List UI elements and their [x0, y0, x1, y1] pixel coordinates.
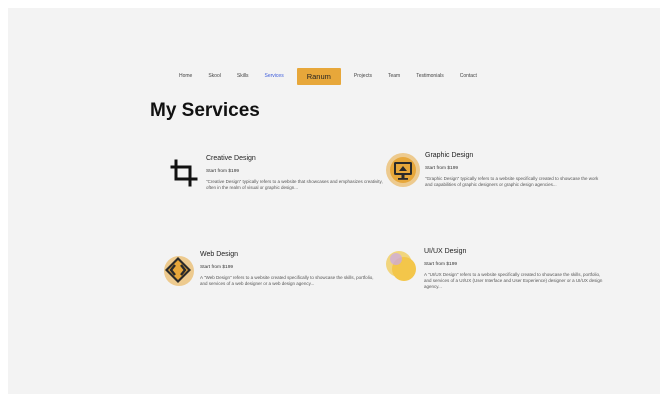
service-price: Start from $199	[200, 265, 234, 270]
ui-ux-blob-icon	[384, 248, 420, 284]
code-icon	[160, 251, 196, 287]
service-description: A "UI/UX Design" refers to a website spe…	[424, 272, 603, 289]
service-description: A "Web Design" refers to a website creat…	[200, 275, 374, 286]
nav-skool[interactable]: Skool	[201, 64, 228, 88]
top-nav: Home Skool Skills Services Ranum Project…	[172, 64, 484, 88]
service-price: Start from $199	[424, 262, 458, 267]
nav-contact[interactable]: Contact	[453, 64, 484, 88]
service-title: Creative Design	[206, 155, 256, 162]
monitor-design-icon	[385, 152, 421, 188]
nav-cta-button[interactable]: Ranum	[296, 67, 341, 85]
service-price: Start from $199	[206, 169, 240, 174]
nav-team[interactable]: Team	[381, 64, 407, 88]
service-card-body: Web Design Start from $199 A "Web Design…	[200, 251, 380, 287]
service-card-body: Graphic Design Start from $199 "Graphic …	[425, 152, 605, 188]
service-card-body: UI/UX Design Start from $199 A "UI/UX De…	[424, 248, 604, 290]
nav-projects[interactable]: Projects	[347, 64, 379, 88]
service-title: UI/UX Design	[424, 248, 467, 255]
service-card-body: Creative Design Start from $199 "Creativ…	[206, 155, 386, 191]
service-price: Start from $199	[425, 166, 459, 171]
page-title: My Services	[150, 100, 260, 121]
crop-icon	[166, 155, 202, 191]
service-title: Web Design	[200, 251, 239, 258]
service-title: Graphic Design	[425, 152, 474, 159]
nav-testimonials[interactable]: Testimonials	[409, 64, 451, 88]
nav-services[interactable]: Services	[258, 64, 291, 88]
service-description: "Graphic Design" typically refers to a w…	[425, 176, 599, 187]
service-description: "Creative Design" typically refers to a …	[206, 179, 383, 190]
nav-skills[interactable]: Skills	[230, 64, 256, 88]
nav-home[interactable]: Home	[172, 64, 199, 88]
